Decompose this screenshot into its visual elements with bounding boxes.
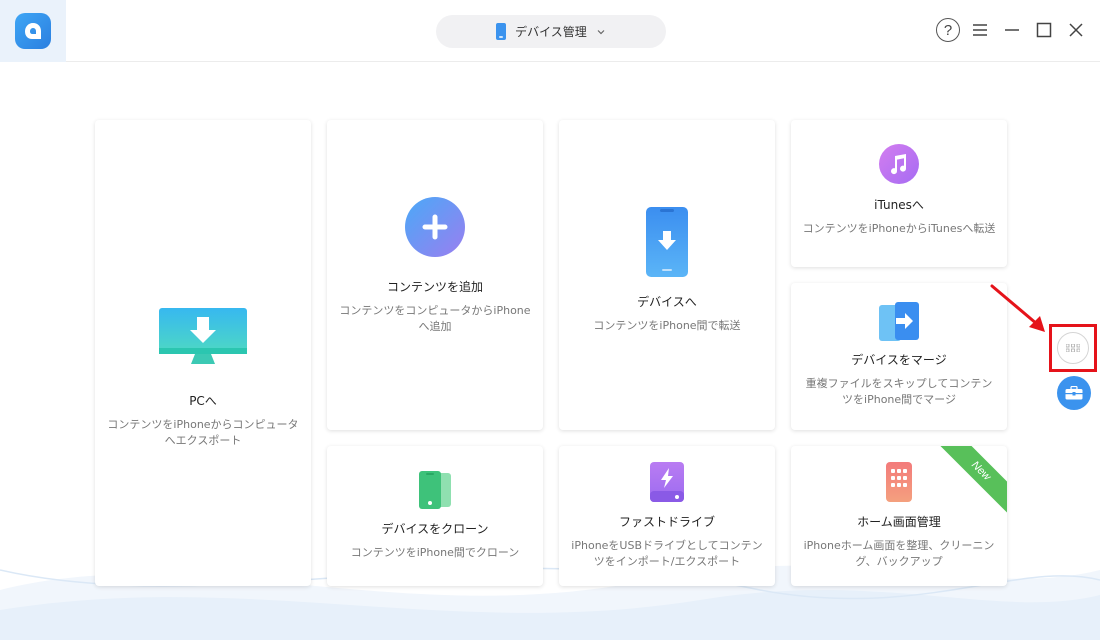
card-to-pc[interactable]: PCへ コンテンツをiPhoneからコンピュータへエクスポート (95, 120, 311, 586)
card-title: デバイスをクローン (381, 521, 489, 536)
card-description: iPhoneをUSBドライブとしてコンテンツをインポート/エクスポート (571, 538, 763, 568)
card-add-content[interactable]: コンテンツを追加 コンテンツをコンピュータからiPhoneへ追加 (327, 120, 543, 430)
card-merge-device[interactable]: デバイスをマージ 重複ファイルをスキップしてコンテンツをiPhone間でマージ (791, 283, 1007, 430)
app-logo-icon[interactable] (15, 13, 51, 49)
toolkit-button[interactable] (1057, 376, 1091, 410)
maximize-icon (1036, 22, 1052, 38)
close-icon (1069, 23, 1083, 37)
minimize-button[interactable] (1000, 18, 1024, 42)
window-controls: ? (936, 18, 1088, 42)
new-badge-label: New (937, 446, 1007, 515)
card-description: コンテンツをiPhoneからコンピュータへエクスポート (107, 417, 299, 447)
card-title: コンテンツを追加 (386, 279, 483, 294)
card-title: PCへ (189, 393, 217, 408)
device-selector-label: デバイス管理 (515, 25, 587, 39)
card-to-itunes[interactable]: iTunesへ コンテンツをiPhoneからiTunesへ転送 (791, 120, 1007, 267)
new-badge: New (937, 446, 1007, 516)
card-description: 重複ファイルをスキップしてコンテンツをiPhone間でマージ (805, 377, 993, 406)
card-title: ホーム画面管理 (857, 514, 941, 529)
app-logo-area (0, 0, 66, 62)
help-icon: ? (936, 18, 960, 42)
close-button[interactable] (1064, 18, 1088, 42)
add-content-icon (405, 196, 465, 257)
card-clone-device[interactable]: デバイスをクローン コンテンツをiPhone間でクローン (327, 446, 543, 586)
card-description: コンテンツをiPhone間でクローン (350, 545, 520, 559)
card-to-device[interactable]: デバイスへ コンテンツをiPhone間で転送 (559, 120, 775, 430)
card-title: デバイスへ (637, 294, 697, 309)
hamburger-menu-icon (973, 24, 987, 36)
card-description: コンテンツをコンピュータからiPhoneへ追加 (339, 303, 531, 333)
card-description: コンテンツをiPhoneからiTunesへ転送 (802, 222, 996, 235)
itunes-music-icon (879, 144, 919, 184)
phone-download-icon (646, 206, 688, 277)
home-screen-icon (886, 461, 912, 502)
card-description: iPhoneホーム画面を整理、クリーニング、バックアップ (803, 538, 995, 568)
clone-phones-icon (419, 470, 451, 509)
title-bar: デバイス管理 ? (0, 0, 1100, 62)
toolbox-icon (1065, 386, 1083, 400)
red-arrow-annotation (990, 284, 1045, 332)
card-description: コンテンツをiPhone間で転送 (593, 318, 741, 332)
more-tools-button[interactable] (1057, 332, 1089, 364)
monitor-export-icon (159, 307, 247, 364)
help-button[interactable]: ? (936, 18, 960, 42)
grid-dots-icon (1066, 344, 1080, 352)
card-title: ファストドライブ (618, 514, 715, 529)
card-title: デバイスをマージ (851, 353, 947, 367)
maximize-button[interactable] (1032, 18, 1056, 42)
phone-icon (496, 23, 507, 40)
device-selector[interactable]: デバイス管理 (436, 15, 666, 48)
card-home-screen[interactable]: New ホーム画面管理 iPhoneホーム画面を整理、クリーニング、バックアップ (791, 446, 1007, 586)
merge-phones-icon (879, 302, 919, 341)
card-title: iTunesへ (874, 198, 924, 212)
minimize-icon (1005, 29, 1019, 31)
card-fast-drive[interactable]: ファストドライブ iPhoneをUSBドライブとしてコンテンツをインポート/エク… (559, 446, 775, 586)
fast-drive-icon (650, 461, 684, 502)
chevron-down-icon (597, 29, 605, 34)
menu-button[interactable] (968, 18, 992, 42)
